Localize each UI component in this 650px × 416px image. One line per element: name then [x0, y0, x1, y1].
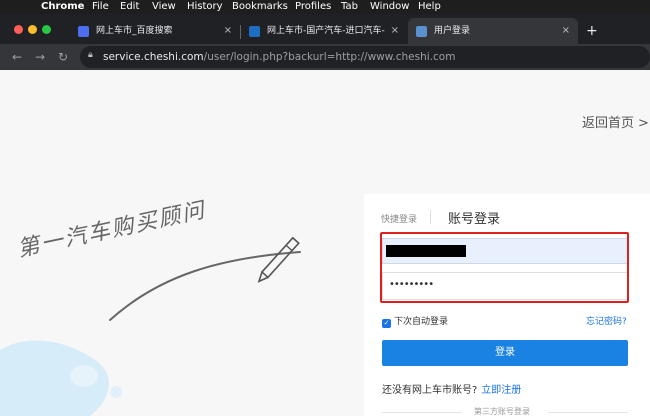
minimize-window-button[interactable] [28, 25, 37, 34]
menu-tab[interactable]: Tab [341, 0, 358, 13]
menu-window[interactable]: Window [370, 0, 409, 13]
register-link[interactable]: 立即注册 [481, 385, 521, 396]
login-card: 快捷登录 账号登录 ••••••••• ✓ 下次自动登录 忘记密码? 登录 还没有… [364, 194, 650, 416]
menu-help[interactable]: Help [418, 0, 441, 13]
close-tab-icon[interactable]: × [562, 18, 570, 44]
zoom-window-button[interactable] [42, 25, 51, 34]
menu-view[interactable]: View [152, 0, 176, 13]
url-path: /user/login.php?backurl=http://www.chesh… [203, 51, 456, 63]
remember-checkbox[interactable]: ✓ [382, 319, 391, 328]
login-button[interactable]: 登录 [382, 340, 628, 366]
tab-divider [430, 210, 431, 224]
browser-toolbar: ← → ↻ 🔒︎ service.cheshi.com/user/login.p… [0, 44, 650, 70]
pen-icon [257, 236, 300, 283]
forward-arrow-icon[interactable]: → [35, 48, 45, 66]
close-tab-icon[interactable]: × [224, 18, 232, 44]
tab-baidu-search[interactable]: 网上车市_百度搜索 × [70, 18, 240, 44]
chevron-right-icon: > [638, 116, 649, 131]
no-account-text: 还没有网上车市账号? [382, 385, 478, 396]
back-home-label: 返回首页 [582, 116, 635, 131]
login-page: 第一汽车购买顾问 返回首页 > 快捷登录 账号登录 ••••••••• ✓ 下次自动… [0, 70, 650, 416]
tab-label: 用户登录 [434, 26, 471, 36]
annotation-highlight-box [380, 232, 629, 303]
menu-history[interactable]: History [187, 0, 223, 13]
third-party-divider: 第三方账号登录 [382, 406, 628, 416]
tab-quick-login[interactable]: 快捷登录 [381, 212, 417, 225]
url-text: service.cheshi.com/user/login.php?backur… [103, 46, 455, 68]
menu-bookmarks[interactable]: Bookmarks [232, 0, 288, 13]
tab-cheshi-home[interactable]: 网上车市-国产汽车-进口汽车- × [241, 18, 407, 44]
new-tab-button[interactable]: + [586, 18, 600, 44]
page-icon [416, 26, 427, 37]
third-party-label: 第三方账号登录 [474, 407, 530, 416]
divider-line [382, 412, 462, 413]
tab-label: 网上车市-国产汽车-进口汽车- [267, 26, 385, 36]
menu-profiles[interactable]: Profiles [295, 0, 331, 13]
register-prompt: 还没有网上车市账号? 立即注册 [382, 381, 521, 396]
remember-me[interactable]: ✓ 下次自动登录 [382, 314, 448, 328]
back-home-link[interactable]: 返回首页 > [582, 112, 649, 131]
forgot-password-link[interactable]: 忘记密码? [586, 314, 627, 327]
tab-account-login[interactable]: 账号登录 [448, 208, 500, 227]
close-window-button[interactable] [14, 25, 23, 34]
address-bar[interactable]: 🔒︎ service.cheshi.com/user/login.php?bac… [80, 46, 650, 68]
cheshi-icon [249, 26, 260, 37]
baidu-icon [78, 26, 89, 37]
menu-file[interactable]: File [92, 0, 109, 13]
remember-label: 下次自动登录 [394, 317, 449, 327]
tab-label: 网上车市_百度搜索 [96, 26, 173, 36]
menu-edit[interactable]: Edit [120, 0, 139, 13]
tab-user-login[interactable]: 用户登录 × [408, 18, 578, 44]
divider-line [548, 412, 628, 413]
lock-icon[interactable]: 🔒︎ [88, 50, 93, 60]
close-tab-icon[interactable]: × [391, 18, 399, 44]
menu-chrome[interactable]: Chrome [41, 0, 84, 13]
reload-icon[interactable]: ↻ [58, 48, 68, 66]
back-arrow-icon[interactable]: ← [12, 48, 22, 66]
url-host: service.cheshi.com [103, 51, 204, 63]
macos-menu-bar: Chrome File Edit View History Bookmarks … [0, 0, 650, 14]
